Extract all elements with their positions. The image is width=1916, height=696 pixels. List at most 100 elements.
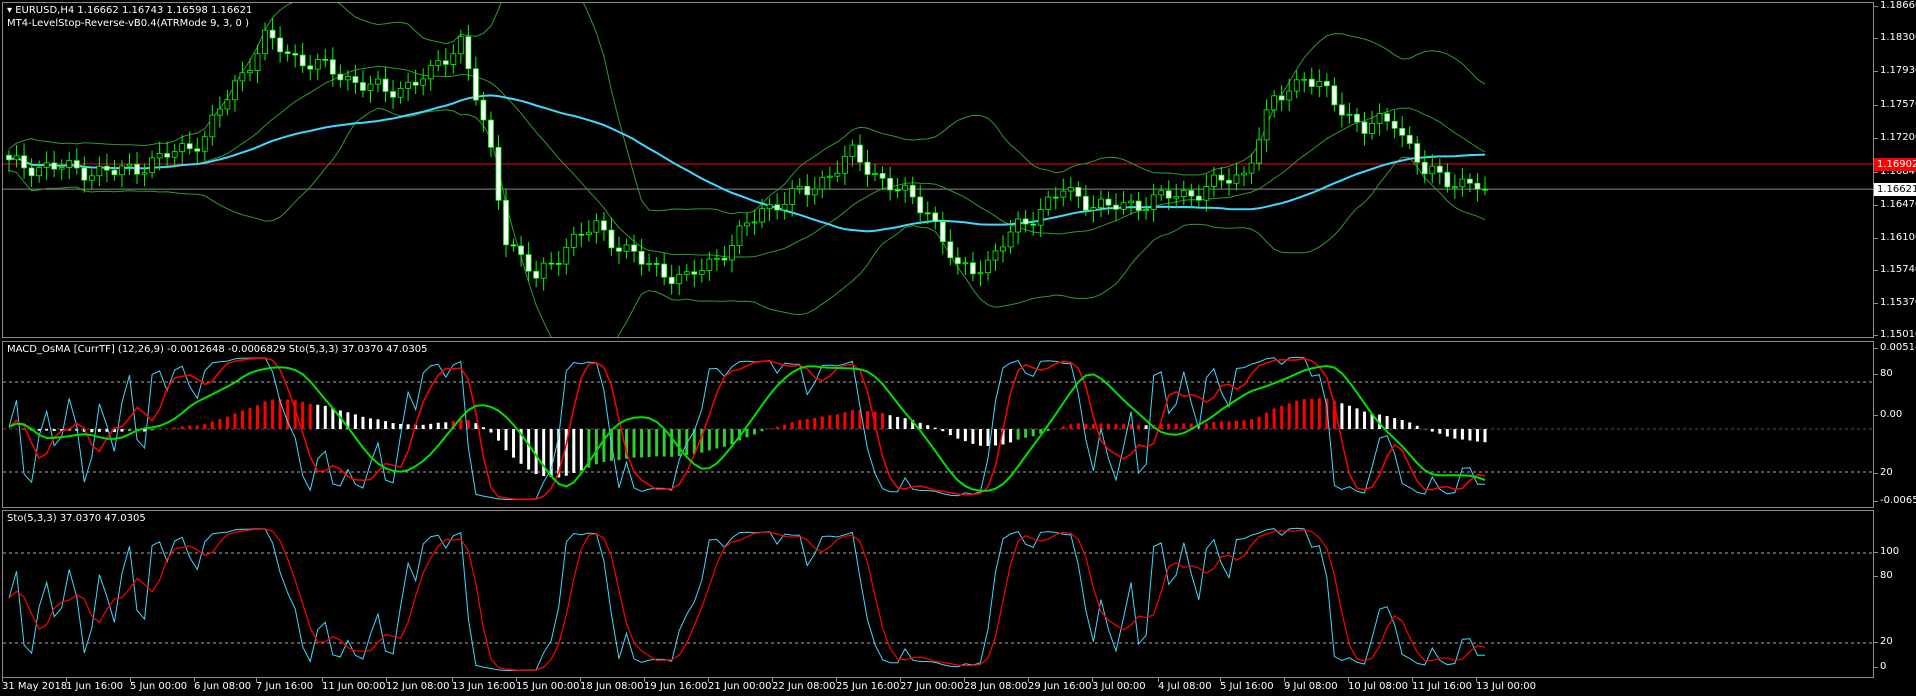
candle-body xyxy=(653,263,660,265)
candle-body xyxy=(623,244,630,252)
candle-body xyxy=(585,231,592,236)
bear-candle xyxy=(970,251,976,282)
candle-body xyxy=(1067,187,1074,192)
stochastic-chart[interactable] xyxy=(3,511,1874,678)
macd-info: MACD_OsMA [CurrTF] (12,26,9) -0.0012648 … xyxy=(7,344,428,355)
bear-candle xyxy=(939,211,946,255)
candle-body xyxy=(1323,80,1330,87)
candle-body xyxy=(729,245,735,261)
candle-body xyxy=(457,36,464,55)
bear-candle xyxy=(947,229,954,266)
collapse-triangle-icon[interactable]: ▾ xyxy=(7,5,12,16)
bull-candle xyxy=(1150,183,1157,222)
candle-body xyxy=(1429,165,1436,175)
candle-body xyxy=(563,246,570,265)
bull-candle xyxy=(1429,154,1436,184)
bull-candle xyxy=(43,151,50,180)
time-axis[interactable]: 31 May 2018 1 Jun 16:00 5 Jun 00:00 6 Ju… xyxy=(2,678,1874,696)
bear-candle xyxy=(601,211,607,241)
bull-candle xyxy=(736,220,743,255)
price-tick: 1.18300 xyxy=(1873,32,1916,43)
bear-candle xyxy=(638,238,645,276)
bull-candle xyxy=(811,177,818,205)
price-chart[interactable] xyxy=(3,3,1874,338)
candle-body xyxy=(224,99,231,110)
candle-body xyxy=(668,276,675,285)
candle-body xyxy=(1271,95,1278,111)
time-label: 10 Jul 08:00 xyxy=(1348,678,1408,692)
bear-candle xyxy=(932,206,939,230)
bull-candle xyxy=(1210,166,1217,198)
sto-tick: 100 xyxy=(1873,546,1900,557)
bear-candle xyxy=(81,156,88,193)
bull-candle xyxy=(841,145,848,186)
time-label: 11 Jun 00:00 xyxy=(322,678,386,692)
moving-average-line xyxy=(8,94,1486,233)
candle-body xyxy=(789,188,796,205)
bull-candle xyxy=(698,258,705,283)
bull-candle xyxy=(1000,235,1006,263)
candle-body xyxy=(314,58,321,70)
candle-body xyxy=(1361,121,1368,134)
bear-candle xyxy=(954,247,961,275)
candle-body xyxy=(269,29,276,39)
candle-body xyxy=(849,144,856,157)
time-label: 12 Jun 08:00 xyxy=(386,678,450,692)
bear-candle xyxy=(887,166,893,201)
bull-candle xyxy=(540,257,547,291)
candle-body xyxy=(548,262,555,265)
candle-body xyxy=(472,68,479,101)
candle-body xyxy=(1346,113,1353,116)
time-label: 21 Jun 00:00 xyxy=(708,678,772,692)
candle-body xyxy=(1482,188,1488,191)
candle-body xyxy=(480,99,487,121)
bear-candle xyxy=(337,64,344,88)
candle-body xyxy=(759,208,765,223)
indicator-info: MT4-LevelStop-Reverse-vB0.4(ATRMode 9, 3… xyxy=(7,18,249,29)
candle-body xyxy=(1301,78,1308,81)
candle-body xyxy=(1210,174,1217,187)
bear-candle xyxy=(1444,163,1451,193)
candle-body xyxy=(126,163,133,167)
candle-body xyxy=(488,119,494,148)
candle-body xyxy=(171,151,178,158)
macd-chart[interactable] xyxy=(3,342,1874,508)
candle-body xyxy=(992,250,999,261)
candle-body xyxy=(1436,165,1443,173)
macd-pane[interactable]: MACD_OsMA [CurrTF] (12,26,9) -0.0012648 … xyxy=(2,341,1874,508)
main-price-pane[interactable]: ▾ EURUSD,H4 1.16662 1.16743 1.16598 1.16… xyxy=(2,2,1874,338)
candle-body xyxy=(405,81,412,89)
candle-body xyxy=(1173,196,1180,199)
bear-candle xyxy=(1406,126,1413,150)
stochastic-signal-line xyxy=(8,528,1486,672)
candle-body xyxy=(939,221,946,243)
candle-body xyxy=(322,58,329,61)
bear-candle xyxy=(322,48,329,68)
candle-body xyxy=(1052,196,1059,199)
bull-candle xyxy=(646,253,653,272)
bear-candle xyxy=(269,18,276,50)
candle-body xyxy=(1391,120,1398,129)
price-axis[interactable]: 1.18660 1.18300 1.17930 1.17570 1.17200 … xyxy=(1873,0,1916,680)
bear-candle xyxy=(307,54,314,81)
time-label: 13 Jun 16:00 xyxy=(452,678,516,692)
candle-body xyxy=(1203,186,1210,201)
bull-candle xyxy=(1369,110,1375,140)
bull-candle xyxy=(397,81,404,104)
bull-candle xyxy=(1015,211,1022,245)
stochastic-pane[interactable]: Sto(5,3,3) 37.0370 47.0305 xyxy=(2,510,1874,678)
candle-body xyxy=(465,36,472,70)
candle-body xyxy=(1135,200,1142,211)
bear-candle xyxy=(1414,136,1421,175)
bull-candle xyxy=(977,260,984,287)
candle-body xyxy=(216,108,223,116)
bear-candle xyxy=(578,222,585,248)
bull-candle xyxy=(171,143,178,167)
time-label: 11 Jul 16:00 xyxy=(1412,678,1472,692)
bear-candle xyxy=(691,259,698,287)
candle-body xyxy=(1384,113,1391,122)
candle-body xyxy=(1467,178,1473,184)
bull-candle xyxy=(224,89,231,116)
candle-body xyxy=(21,155,27,169)
bear-candle xyxy=(1278,85,1285,111)
